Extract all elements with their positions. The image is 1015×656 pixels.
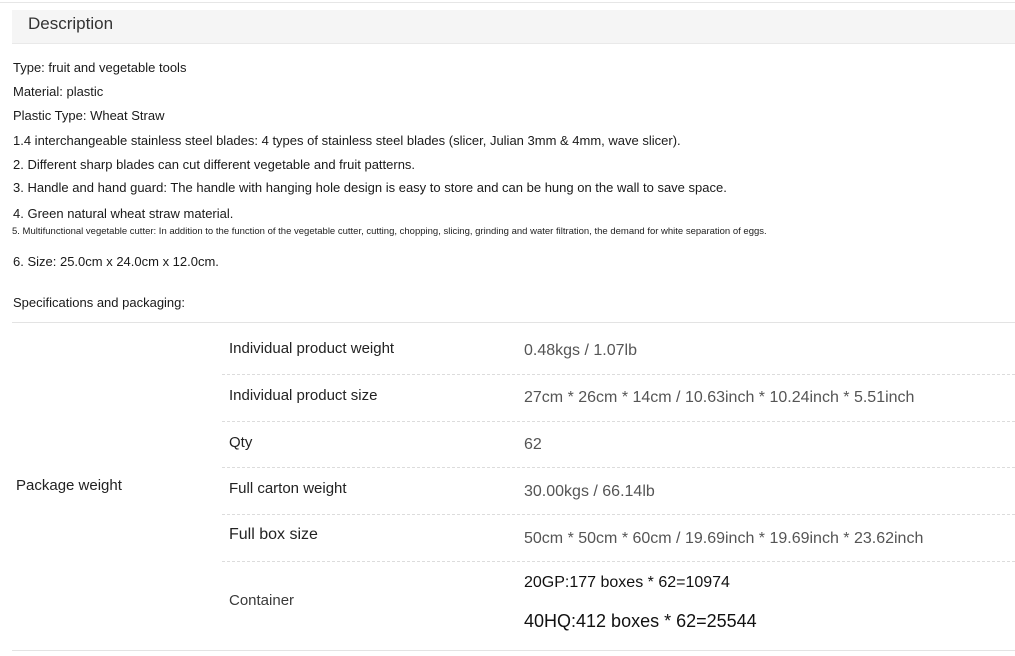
row-divider (222, 514, 1015, 515)
description-line-material-green: 4. Green natural wheat straw material. (13, 206, 234, 221)
description-line-size: 6. Size: 25.0cm x 24.0cm x 12.0cm. (13, 254, 219, 269)
row-divider (222, 467, 1015, 468)
row-divider (222, 421, 1015, 422)
description-line-handle: 3. Handle and hand guard: The handle wit… (13, 180, 727, 195)
top-divider (0, 2, 1015, 3)
description-line-plastic-type: Plastic Type: Wheat Straw (13, 108, 165, 123)
description-line-material: Material: plastic (13, 84, 104, 99)
spec-value-container-20gp: 20GP:177 boxes * 62=10974 (524, 574, 730, 591)
table-top-border (12, 322, 1015, 323)
spec-label-carton-weight: Full carton weight (229, 480, 347, 497)
row-divider (222, 561, 1015, 562)
spec-value-qty: 62 (524, 436, 542, 453)
description-line-type: Type: fruit and vegetable tools (13, 60, 187, 75)
row-divider (222, 374, 1015, 375)
specifications-title: Specifications and packaging: (13, 295, 186, 310)
spec-label-container: Container (229, 592, 295, 609)
description-line-blades: 1.4 interchangeable stainless steel blad… (13, 133, 681, 148)
spec-label-box-size: Full box size (229, 526, 318, 543)
spec-label-product-weight: Individual product weight (229, 340, 395, 357)
description-header: Description (12, 10, 1015, 44)
spec-value-container-40hq: 40HQ:412 boxes * 62=25544 (524, 611, 757, 631)
description-line-multifunction: 5. Multifunctional vegetable cutter: In … (12, 226, 767, 237)
spec-label-product-size: Individual product size (229, 387, 378, 404)
description-line-patterns: 2. Different sharp blades can cut differ… (13, 157, 416, 172)
package-weight-label: Package weight (16, 477, 122, 494)
spec-value-carton-weight: 30.00kgs / 66.14lb (524, 483, 655, 500)
description-title: Description (28, 14, 114, 33)
table-bottom-border (12, 650, 1015, 651)
spec-value-box-size: 50cm * 50cm * 60cm / 19.69inch * 19.69in… (524, 530, 924, 547)
spec-label-qty: Qty (229, 434, 253, 451)
spec-value-product-weight: 0.48kgs / 1.07lb (524, 342, 637, 359)
spec-value-product-size: 27cm * 26cm * 14cm / 10.63inch * 10.24in… (524, 389, 915, 406)
